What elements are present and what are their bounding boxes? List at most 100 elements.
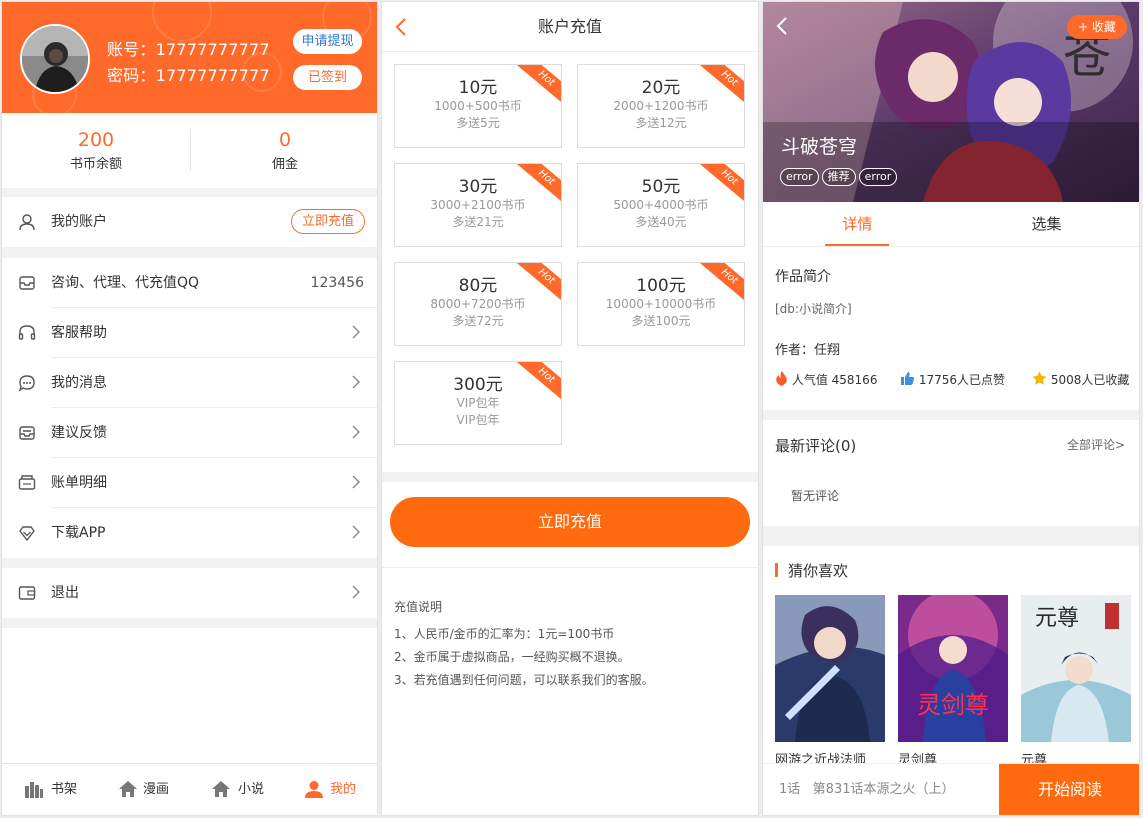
tab-label: 详情 <box>842 215 873 233</box>
recharge-panel: 账户充值 Hot 10元 1000+500书币 多送5元 Hot 20元 200… <box>381 1 759 816</box>
section-gap <box>2 618 377 628</box>
section-marker <box>775 563 778 577</box>
start-reading-button[interactable]: 开始阅读 <box>999 764 1139 815</box>
menu-item-label: 客服帮助 <box>51 325 107 341</box>
menu-item-bills[interactable]: 账单明细 <box>2 458 377 508</box>
commission: 0 佣金 <box>191 129 377 172</box>
recharge-option-10[interactable]: Hot 10元 1000+500书币 多送5元 <box>394 64 562 148</box>
cover-image: 灵剑尊 <box>898 595 1008 742</box>
avatar[interactable] <box>20 24 90 94</box>
my-account-panel: 账号：17777777777 密码：17777777777 申请提现 已签到 2… <box>1 1 378 816</box>
note-line: 2、金币属于虚拟商品，一经购买概不退换。 <box>394 650 630 664</box>
recharge-option-80[interactable]: Hot 80元 8000+7200书币 多送72元 <box>394 262 562 346</box>
menu-item-label: 咨询、代理、代充值QQ <box>51 275 200 291</box>
coin-balance: 200 书币余额 <box>2 129 190 172</box>
nav-label: 小说 <box>238 782 265 797</box>
option-coins: 3000+2100书币 <box>430 198 526 212</box>
menu-item-download-app[interactable]: 下载APP <box>2 508 377 558</box>
recharge-option-100[interactable]: Hot 100元 10000+10000书币 多送100元 <box>577 262 745 346</box>
section-gap <box>2 558 377 568</box>
nav-bookshelf[interactable]: 书架 <box>24 764 77 815</box>
menu-item-label: 建议反馈 <box>51 425 107 441</box>
section-gap <box>2 188 377 197</box>
chevron-right-icon <box>352 325 360 339</box>
section-gap <box>763 526 1139 546</box>
recharge-now-button[interactable]: 立即充值 <box>390 497 750 547</box>
option-bonus: 多送72元 <box>452 314 504 328</box>
menu-item-help[interactable]: 客服帮助 <box>2 308 377 358</box>
feedback-icon <box>19 426 35 440</box>
section-gap <box>2 247 377 258</box>
cover-title-art: 元尊 <box>1035 606 1079 631</box>
back-arrow-icon[interactable] <box>775 16 789 36</box>
chevron-right-icon <box>352 425 360 439</box>
bottom-nav: 书架 漫画 小说 我的 <box>2 763 377 815</box>
commission-value: 0 <box>278 129 292 151</box>
menu-item-label: 我的消息 <box>51 375 107 391</box>
no-comments-text: 暂无评论 <box>791 489 840 503</box>
recommend-cover[interactable]: 元尊 <box>1021 595 1131 742</box>
cover-image: 元尊 <box>1021 595 1131 742</box>
read-bar: 1话 第831话本源之火（上） 开始阅读 <box>763 763 1139 815</box>
signed-in-button[interactable]: 已签到 <box>293 65 362 90</box>
option-coins: 1000+500书币 <box>434 99 522 113</box>
tab-detail[interactable]: 详情 <box>763 202 952 247</box>
detail-tabs: 详情 选集 <box>763 202 1139 247</box>
recharge-now-button[interactable]: 立即充值 <box>291 209 365 234</box>
home-icon <box>212 781 230 797</box>
chapter-info[interactable]: 1话 第831话本源之火（上） <box>779 764 954 815</box>
tag-list: error 推荐 error <box>780 165 900 186</box>
all-comments-link[interactable]: 全部评论> <box>1067 436 1125 453</box>
withdraw-button[interactable]: 申请提现 <box>293 29 362 54</box>
my-account-row[interactable]: 我的账户 立即充值 <box>2 197 377 247</box>
favorites-value: 5008人已收藏 <box>1050 373 1130 387</box>
password-text: 密码：17777777777 <box>107 66 270 85</box>
bill-icon <box>18 475 36 490</box>
nav-mine[interactable]: 我的 <box>304 764 356 815</box>
recharge-option-300[interactable]: Hot 300元 VIP包年 VIP包年 <box>394 361 562 445</box>
tag: 推荐 <box>821 168 856 186</box>
menu-item-label: 账单明细 <box>51 475 107 491</box>
cover-banner: 苍 + 收藏 斗破苍穹 error 推荐 error <box>763 2 1139 202</box>
guess-you-like-title: 猜你喜欢 <box>788 562 849 580</box>
note-line: 3、若充值遇到任何问题，可以联系我们的客服。 <box>394 673 654 687</box>
comments-title: 最新评论(0) <box>775 437 857 455</box>
recharge-option-30[interactable]: Hot 30元 3000+2100书币 多送21元 <box>394 163 562 247</box>
balance-stats: 200 书币余额 0 佣金 <box>2 113 377 188</box>
book-detail-panel: 苍 + 收藏 斗破苍穹 error 推荐 error 详情 选集 作品简介 [db:… <box>762 1 1140 816</box>
option-bonus: 多送100元 <box>631 314 691 328</box>
fire-icon <box>776 371 787 386</box>
popularity-stat: 人气值 458166 <box>775 371 877 388</box>
back-arrow-icon[interactable] <box>394 17 408 37</box>
recharge-option-20[interactable]: Hot 20元 2000+1200书币 多送12元 <box>577 64 745 148</box>
recharge-notes: 充值说明 1、人民币/金币的汇率为：1元=100书币 2、金币属于虚拟商品，一经… <box>394 596 654 692</box>
menu-item-qq[interactable]: 咨询、代理、代充值QQ 123456 <box>2 258 377 308</box>
tab-episodes[interactable]: 选集 <box>952 202 1139 247</box>
option-bonus: VIP包年 <box>456 413 500 427</box>
active-tab-indicator <box>825 244 889 246</box>
section-gap <box>763 410 1139 420</box>
recommend-cover[interactable]: 灵剑尊 <box>898 595 1008 742</box>
favorites-stat: 5008人已收藏 <box>1032 371 1129 388</box>
cover-image <box>775 595 885 742</box>
nav-novels[interactable]: 小说 <box>211 764 265 815</box>
bookshelf-icon <box>25 782 43 798</box>
option-coins: VIP包年 <box>456 396 500 410</box>
chevron-right-icon <box>352 375 360 389</box>
recharge-option-50[interactable]: Hot 50元 5000+4000书币 多送40元 <box>577 163 745 247</box>
logout-label: 退出 <box>51 585 79 601</box>
likes-stat: 17756人已点赞 <box>900 371 1005 388</box>
recommend-cover[interactable] <box>775 595 885 742</box>
intro-title: 作品简介 <box>775 269 831 285</box>
option-coins: 8000+7200书币 <box>430 297 526 311</box>
wallet-exit-icon <box>18 586 36 600</box>
nav-comics[interactable]: 漫画 <box>118 764 169 815</box>
option-bonus: 多送12元 <box>635 116 687 130</box>
divider <box>382 567 758 568</box>
menu-item-messages[interactable]: 我的消息 <box>2 358 377 408</box>
menu-item-feedback[interactable]: 建议反馈 <box>2 408 377 458</box>
menu-item-label: 下载APP <box>51 525 106 541</box>
home-icon <box>119 781 137 797</box>
collect-button[interactable]: + 收藏 <box>1067 15 1127 39</box>
logout-row[interactable]: 退出 <box>2 568 377 618</box>
